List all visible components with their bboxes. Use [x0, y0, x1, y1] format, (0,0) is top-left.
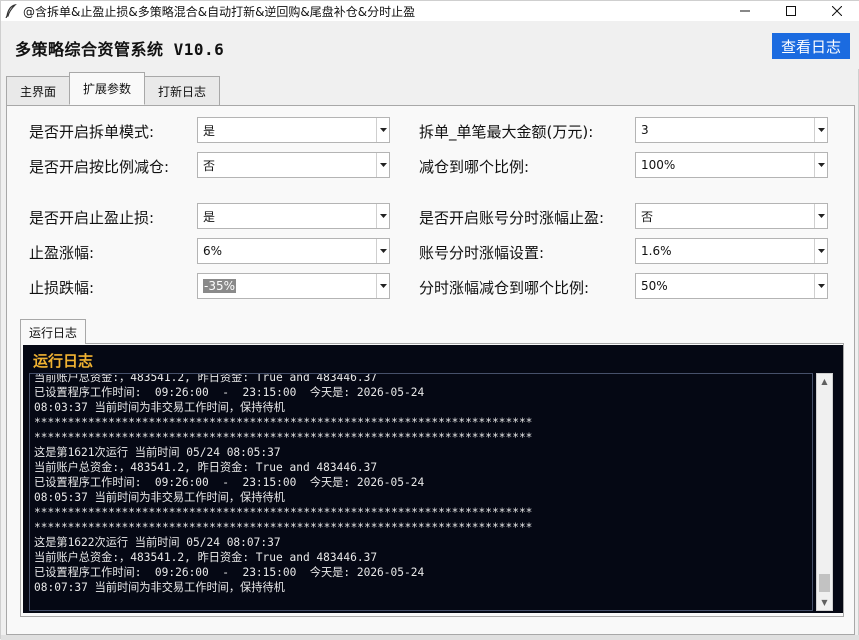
tab-run-log[interactable]: 运行日志 — [20, 319, 87, 344]
tp-sl-select[interactable]: 是 — [197, 203, 390, 229]
account-intraday-rise-value: 1.6% — [641, 244, 672, 258]
tab-main[interactable]: 主界面 — [6, 76, 71, 105]
log-line: 已设置程序工作时间: 09:26:00 - 23:15:00 今天是: 2026… — [34, 476, 425, 489]
chevron-down-icon[interactable] — [814, 153, 827, 177]
log-line: ****************************************… — [34, 521, 533, 534]
split-mode-value: 是 — [203, 123, 216, 138]
account-intraday-rise-select[interactable]: 1.6% — [635, 238, 828, 264]
split-max-amount-value: 3 — [641, 123, 649, 137]
sl-drop-label: 止损跌幅: — [29, 279, 95, 297]
log-line: 已设置程序工作时间: 09:26:00 - 23:15:00 今天是: 2026… — [34, 386, 425, 399]
main-tabs: 主界面 扩展参数 打新日志 — [6, 72, 221, 105]
intraday-reduce-ratio-select[interactable]: 50% — [635, 273, 828, 299]
chevron-down-icon[interactable] — [814, 204, 827, 228]
tp-sl-label: 是否开启止盈止损: — [29, 209, 155, 227]
tab-ipo-log[interactable]: 打新日志 — [144, 76, 221, 105]
sl-drop-value-wrap: -35% — [198, 279, 376, 293]
log-line: 这是第1621次运行 当前时间 05/24 08:05:37 — [34, 446, 281, 459]
tab-extended-params[interactable]: 扩展参数 — [69, 72, 146, 105]
chevron-down-icon[interactable] — [376, 118, 389, 142]
reduce-to-ratio-label: 减仓到哪个比例: — [419, 158, 530, 176]
minimize-icon[interactable] — [722, 1, 768, 21]
log-scrollbar[interactable]: ▲ ▼ — [816, 373, 833, 611]
window-title: @含拆单&止盈止损&多策略混合&自动打新&逆回购&尾盘补仓&分时止盈 — [23, 4, 416, 19]
scroll-thumb[interactable] — [819, 574, 830, 592]
log-line: 08:07:37 当前时间为非交易工作时间，保持待机 — [34, 581, 285, 594]
ratio-reduce-value: 否 — [203, 158, 216, 173]
tp-sl-value: 是 — [203, 209, 216, 224]
reduce-to-ratio-value: 100% — [641, 158, 676, 172]
log-line: ****************************************… — [34, 506, 533, 519]
intraday-reduce-ratio-value: 50% — [641, 279, 668, 293]
feather-icon — [1, 1, 21, 21]
account-intraday-tp-value: 否 — [641, 209, 654, 224]
run-log-title: 运行日志 — [33, 352, 94, 370]
tp-rise-select[interactable]: 6% — [197, 238, 390, 264]
account-intraday-rise-label: 账号分时涨幅设置: — [419, 244, 545, 262]
split-max-amount-label: 拆单_单笔最大金额(万元): — [419, 123, 594, 141]
log-line: 当前账户总资金:，483541.2, 昨日资金: True and 483446… — [34, 373, 378, 384]
scroll-up-icon[interactable]: ▲ — [817, 374, 832, 389]
split-mode-select[interactable]: 是 — [197, 117, 390, 143]
ratio-reduce-select[interactable]: 否 — [197, 152, 390, 178]
chevron-down-icon[interactable] — [376, 239, 389, 263]
tp-rise-label: 止盈涨幅: — [29, 244, 95, 262]
maximize-icon[interactable] — [768, 1, 814, 21]
chevron-down-icon[interactable] — [376, 204, 389, 228]
log-line: 当前账户总资金:，483541.2, 昨日资金: True and 483446… — [34, 551, 378, 564]
app-header: 多策略综合资管系统 V10.6 查看日志 — [1, 21, 859, 69]
log-line: 这是第1622次运行 当前时间 05/24 08:07:37 — [34, 536, 281, 549]
app-title: 多策略综合资管系统 V10.6 — [15, 40, 225, 59]
close-icon[interactable] — [814, 1, 859, 21]
run-log-panel: 运行日志 当前账户总资金:，483541.2, 昨日资金: True and 4… — [23, 345, 843, 613]
reduce-to-ratio-select[interactable]: 100% — [635, 152, 828, 178]
log-line: 已设置程序工作时间: 09:26:00 - 23:15:00 今天是: 2026… — [34, 566, 425, 579]
log-line: ****************************************… — [34, 431, 533, 444]
scroll-down-icon[interactable]: ▼ — [817, 595, 832, 610]
bottom-strip — [1, 635, 859, 640]
log-line: 08:05:37 当前时间为非交易工作时间，保持待机 — [34, 491, 285, 504]
app-window: @含拆单&止盈止损&多策略混合&自动打新&逆回购&尾盘补仓&分时止盈 多策略综合… — [0, 0, 859, 640]
title-bar: @含拆单&止盈止损&多策略混合&自动打新&逆回购&尾盘补仓&分时止盈 — [1, 1, 859, 21]
chevron-down-icon[interactable] — [814, 239, 827, 263]
chevron-down-icon[interactable] — [814, 118, 827, 142]
split-max-amount-select[interactable]: 3 — [635, 117, 828, 143]
log-line: ****************************************… — [34, 416, 533, 429]
chevron-down-icon[interactable] — [376, 153, 389, 177]
sl-drop-select[interactable]: -35% — [197, 273, 390, 299]
account-intraday-tp-label: 是否开启账号分时涨幅止盈: — [419, 209, 605, 227]
log-line: 当前账户总资金:，483541.2, 昨日资金: True and 483446… — [34, 461, 378, 474]
run-log-text[interactable]: 当前账户总资金:，483541.2, 昨日资金: True and 483446… — [29, 373, 813, 611]
ratio-reduce-label: 是否开启按比例减仓: — [29, 158, 170, 176]
intraday-reduce-ratio-label: 分时涨幅减仓到哪个比例: — [419, 279, 590, 297]
log-line: 08:03:37 当前时间为非交易工作时间，保持待机 — [34, 401, 285, 414]
chevron-down-icon[interactable] — [814, 274, 827, 298]
account-intraday-tp-select[interactable]: 否 — [635, 203, 828, 229]
log-lines: 当前账户总资金:，483541.2, 昨日资金: True and 483446… — [34, 373, 533, 595]
split-mode-label: 是否开启拆单模式: — [29, 123, 155, 141]
tp-rise-value: 6% — [203, 244, 223, 258]
sl-drop-value: -35% — [203, 279, 237, 293]
view-log-button[interactable]: 查看日志 — [772, 33, 850, 59]
chevron-down-icon[interactable] — [376, 274, 389, 298]
